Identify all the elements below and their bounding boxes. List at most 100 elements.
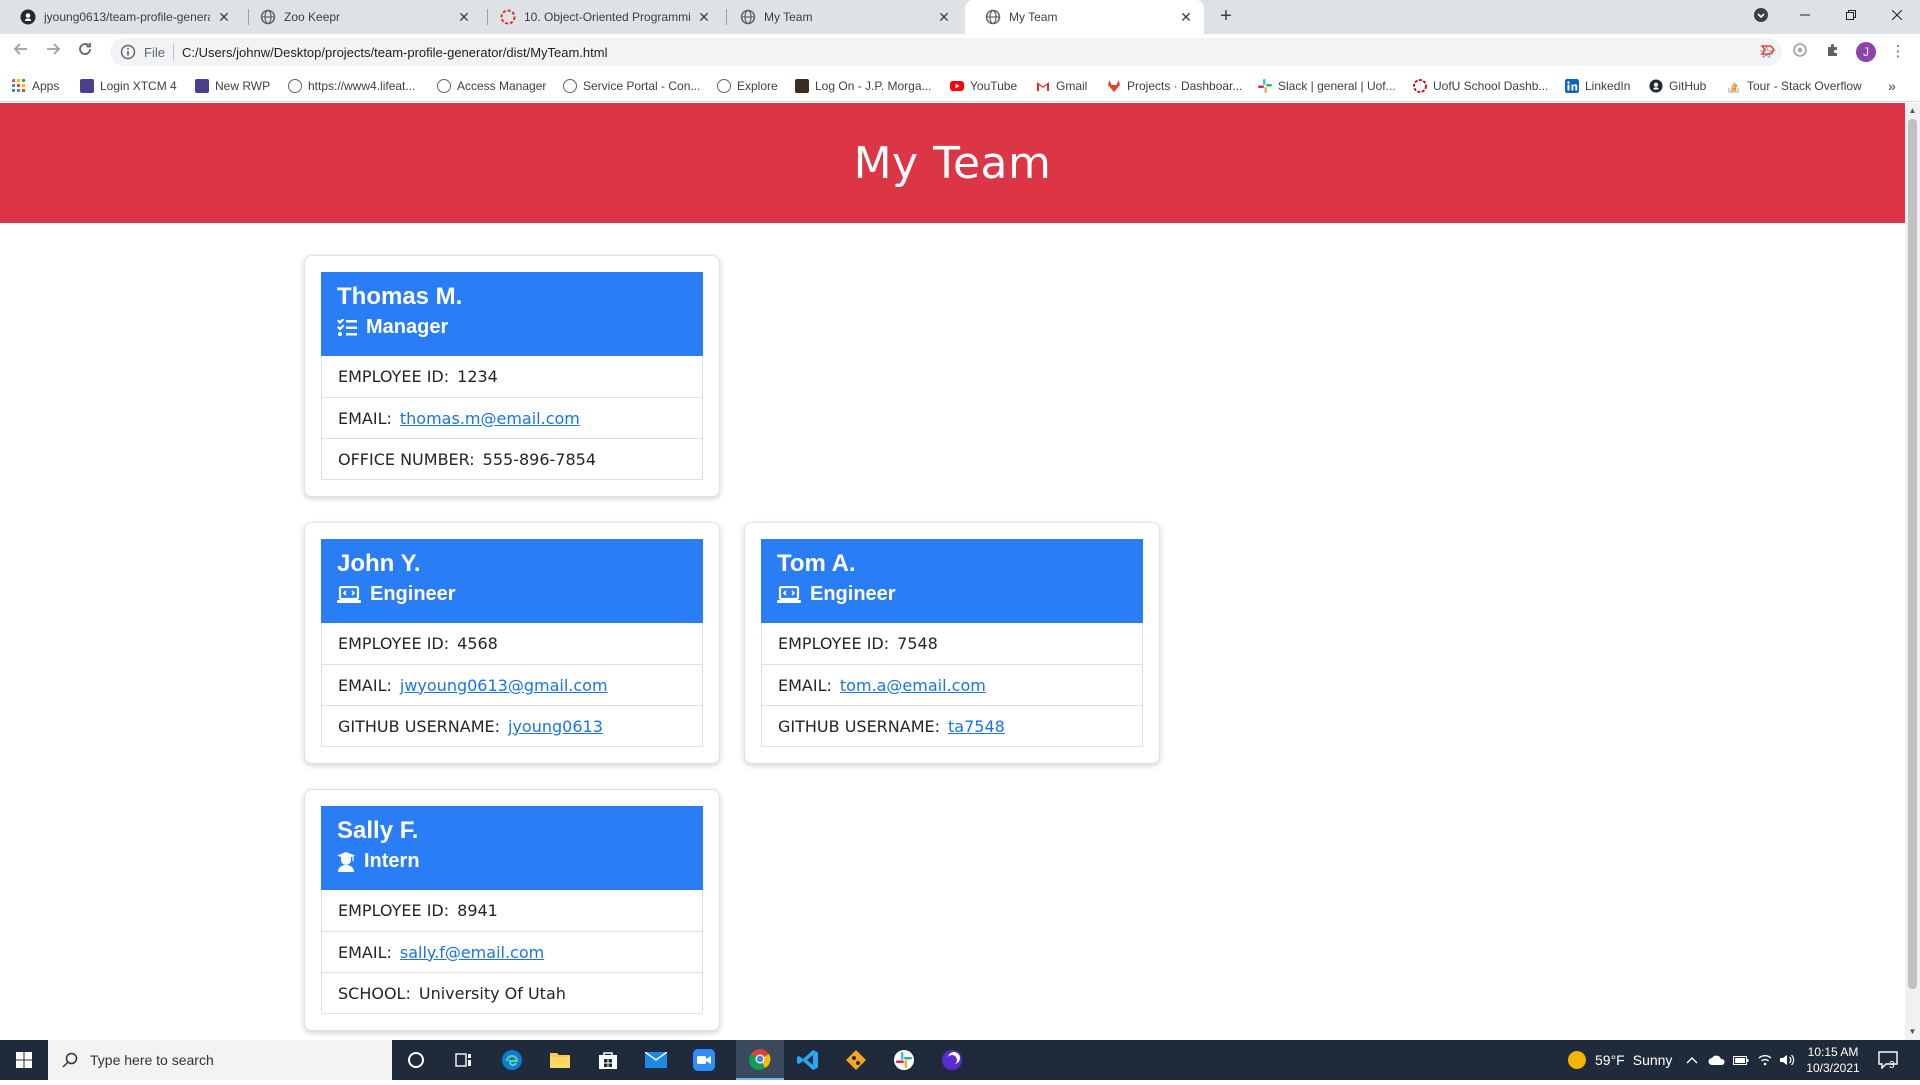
- tray-overflow-button[interactable]: [1686, 1040, 1698, 1080]
- bookmark-gitlab-projects[interactable]: Projects · Dashboar...: [1107, 78, 1242, 94]
- card-header: Sally F. Intern: [321, 806, 703, 890]
- tab-close-button[interactable]: ✕: [1178, 9, 1194, 25]
- file-explorer-button[interactable]: [536, 1040, 584, 1080]
- taskbar-search-input[interactable]: Type here to search: [48, 1040, 392, 1080]
- chevron-down-icon: [1754, 8, 1768, 22]
- apps-grid-icon: [12, 79, 25, 92]
- tab-close-button[interactable]: ✕: [456, 9, 472, 25]
- restore-button[interactable]: [1828, 0, 1874, 30]
- email-label: EMAIL:: [338, 942, 392, 962]
- bookmark-lifeat[interactable]: https://www4.lifeat...: [288, 78, 415, 94]
- url-text[interactable]: C:/Users/johnw/Desktop/projects/team-pro…: [182, 45, 608, 60]
- address-bar[interactable]: File C:/Users/johnw/Desktop/projects/tea…: [110, 38, 1782, 66]
- bookmark-access-manager[interactable]: Access Manager: [437, 78, 546, 94]
- xtcm-icon: [80, 79, 94, 93]
- bookmarks-overflow-button[interactable]: »: [1888, 78, 1896, 94]
- start-button[interactable]: [0, 1040, 48, 1080]
- email-link[interactable]: tom.a@email.com: [840, 676, 986, 695]
- list-item: OFFICE NUMBER: 555-896-7854: [322, 438, 702, 479]
- bookmark-jpmorgan[interactable]: Log On - J.P. Morga...: [795, 78, 932, 94]
- tab-search-button[interactable]: [1738, 0, 1784, 30]
- uofu-icon: [1413, 79, 1427, 93]
- tab-title: My Team: [1009, 10, 1058, 24]
- vscode-button[interactable]: [784, 1040, 832, 1080]
- bookmark-linkedin[interactable]: LinkedIn: [1565, 78, 1630, 94]
- wifi-tray-icon[interactable]: [1757, 1040, 1773, 1080]
- info-icon[interactable]: [120, 44, 136, 60]
- role-label: Engineer: [810, 583, 896, 605]
- tab-close-button[interactable]: ✕: [696, 9, 712, 25]
- minimize-button[interactable]: [1782, 0, 1828, 30]
- bookmark-service-portal[interactable]: Service Portal - Con...: [563, 78, 700, 94]
- divider: [172, 44, 174, 60]
- new-tab-button[interactable]: +: [1213, 5, 1239, 29]
- bookmark-new-rwp[interactable]: New RWP: [195, 78, 270, 94]
- role-label: Manager: [366, 316, 449, 338]
- vertical-scrollbar[interactable]: ▲ ▼: [1905, 103, 1920, 1040]
- volume-tray-icon[interactable]: [1779, 1040, 1795, 1080]
- loading-icon: [500, 9, 516, 25]
- bookmark-slack[interactable]: Slack | general | Uof...: [1258, 78, 1396, 94]
- bookmark-uofu-dashboard[interactable]: UofU School Dashb...: [1413, 78, 1548, 94]
- bookmark-github[interactable]: GitHub: [1649, 78, 1706, 94]
- extensions-puzzle-icon[interactable]: [1823, 42, 1843, 62]
- close-window-button[interactable]: [1874, 0, 1920, 30]
- email-link[interactable]: jwyoung0613@gmail.com: [400, 676, 608, 695]
- chrome-button[interactable]: [736, 1040, 784, 1080]
- clock-date: 10/3/2021: [1806, 1061, 1860, 1075]
- action-center-button[interactable]: 3: [1878, 1040, 1904, 1080]
- slack-app-button[interactable]: [880, 1040, 928, 1080]
- extension-cast-icon[interactable]: [1758, 42, 1778, 62]
- back-button[interactable]: [10, 41, 32, 63]
- tab-my-team[interactable]: My Team ✕: [720, 0, 962, 34]
- bookmark-stack-overflow[interactable]: Tour - Stack Overflow: [1727, 78, 1862, 94]
- employee-role: Engineer: [337, 583, 687, 606]
- scrollbar-thumb[interactable]: [1908, 119, 1917, 989]
- list-item: SCHOOL: University Of Utah: [322, 972, 702, 1013]
- extension-circle-icon[interactable]: [1790, 42, 1810, 62]
- cortana-button[interactable]: [392, 1040, 440, 1080]
- forward-button[interactable]: [42, 41, 64, 63]
- list-item: EMPLOYEE ID: 1234: [322, 356, 702, 397]
- reload-button[interactable]: [74, 41, 96, 63]
- card-header: John Y. Engineer: [321, 539, 703, 623]
- vscode-icon: [797, 1050, 818, 1070]
- git-client-button[interactable]: [832, 1040, 880, 1080]
- mail-button[interactable]: [632, 1040, 680, 1080]
- github-username-link[interactable]: ta7548: [948, 717, 1005, 736]
- menu-kebab-icon[interactable]: ⋮: [1888, 42, 1908, 62]
- tab-github-repo[interactable]: jyoung0613/team-profile-genera ✕: [0, 0, 242, 34]
- page-header: My Team: [0, 103, 1905, 223]
- employee-info-list: EMPLOYEE ID: 8941 EMAIL: sally.f@email.c…: [321, 890, 703, 1014]
- profile-avatar[interactable]: J: [1856, 42, 1876, 62]
- stackoverflow-icon: [1728, 82, 1739, 93]
- task-view-button[interactable]: [440, 1040, 488, 1080]
- system-clock[interactable]: 10:15 AM 10/3/2021: [1798, 1044, 1868, 1076]
- bookmark-explore[interactable]: Explore: [717, 78, 778, 94]
- tab-my-team-active[interactable]: My Team ✕: [965, 0, 1204, 34]
- zoom-button[interactable]: [680, 1040, 728, 1080]
- scroll-down-arrow-icon[interactable]: ▼: [1908, 1027, 1917, 1036]
- tab-close-button[interactable]: ✕: [936, 9, 952, 25]
- tab-zoo-keepr[interactable]: Zoo Keepr ✕: [240, 0, 482, 34]
- github-username-link[interactable]: jyoung0613: [508, 717, 603, 736]
- tab-close-button[interactable]: ✕: [216, 9, 232, 25]
- bookmark-gmail[interactable]: Gmail: [1036, 78, 1087, 94]
- store-button[interactable]: [584, 1040, 632, 1080]
- list-item: GITHUB USERNAME: ta7548: [762, 705, 1142, 746]
- gmail-icon: [1037, 82, 1049, 91]
- employee-info-list: EMPLOYEE ID: 7548 EMAIL: tom.a@email.com…: [761, 623, 1143, 747]
- bookmark-apps[interactable]: Apps: [12, 78, 59, 94]
- onedrive-tray-icon[interactable]: [1708, 1040, 1726, 1080]
- email-link[interactable]: sally.f@email.com: [400, 943, 544, 962]
- bookmark-login-xtcm[interactable]: Login XTCM 4: [80, 78, 177, 94]
- employee-id-label: EMPLOYEE ID:: [338, 634, 450, 653]
- tab-oop-lesson[interactable]: 10. Object-Oriented Programmin ✕: [480, 0, 722, 34]
- scroll-up-arrow-icon[interactable]: ▲: [1908, 106, 1917, 115]
- bookmark-youtube[interactable]: YouTube: [950, 78, 1017, 94]
- edge-app-button[interactable]: [488, 1040, 536, 1080]
- email-link[interactable]: thomas.m@email.com: [400, 409, 580, 428]
- app-purple-button[interactable]: [928, 1040, 976, 1080]
- weather-widget[interactable]: 59°F Sunny: [1567, 1040, 1672, 1080]
- battery-tray-icon[interactable]: [1733, 1040, 1749, 1080]
